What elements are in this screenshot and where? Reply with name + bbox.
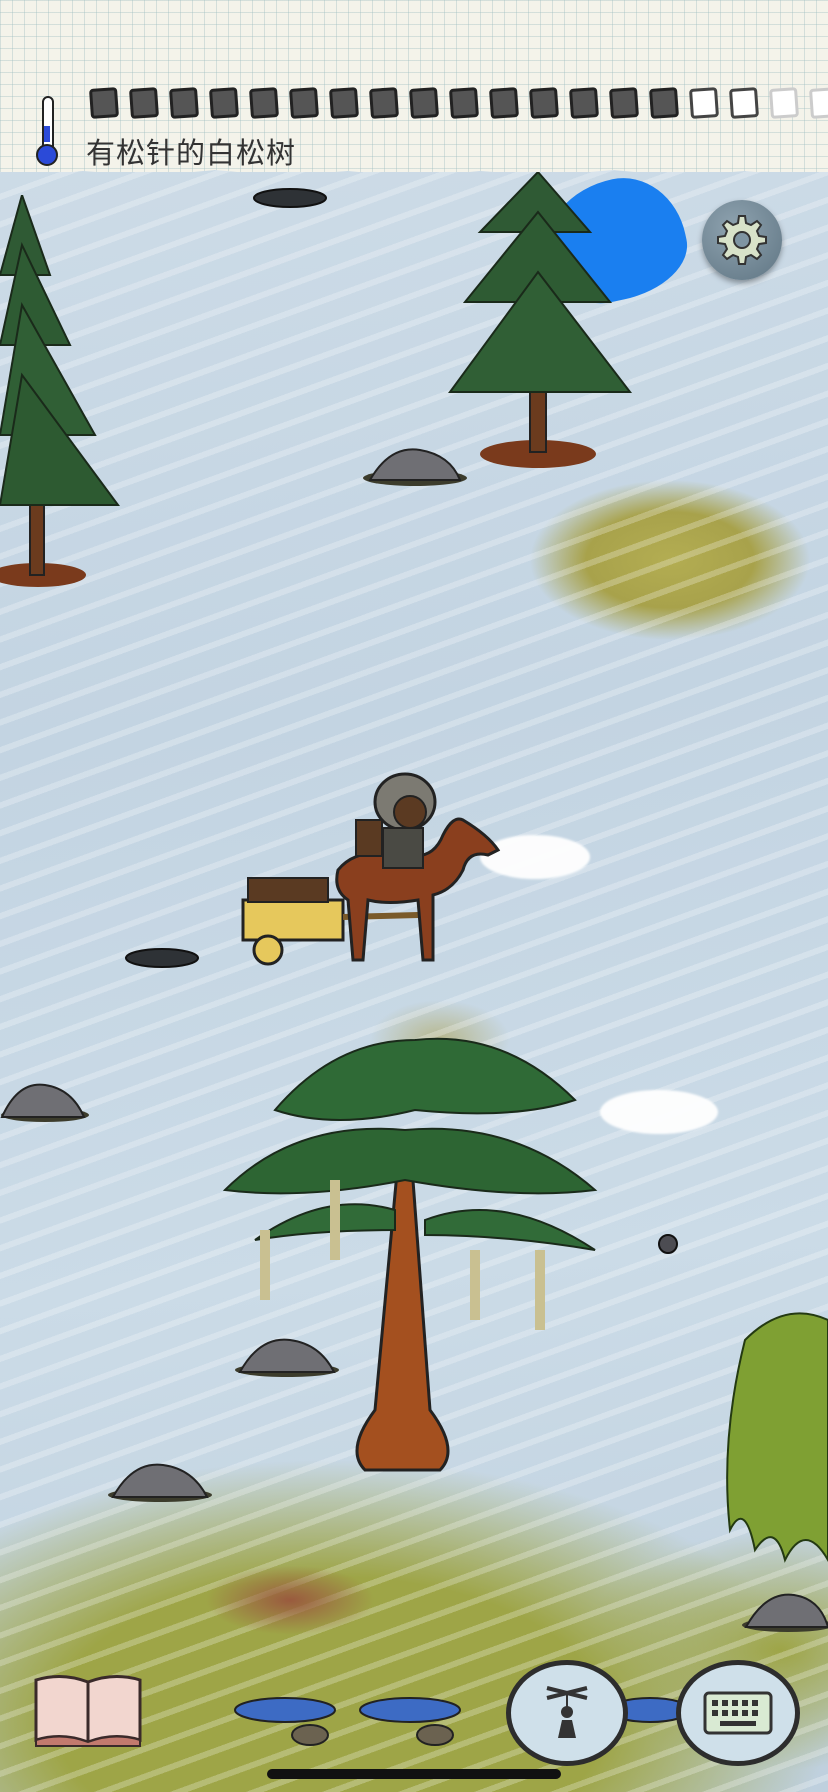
food-pip — [168, 87, 200, 119]
food-pip — [768, 87, 800, 119]
food-pip — [88, 87, 120, 119]
player-on-horse-cart[interactable] — [238, 760, 518, 980]
gear-icon — [717, 215, 767, 265]
food-pip — [408, 87, 440, 119]
food-pip — [328, 87, 360, 119]
emote-button[interactable] — [506, 1660, 628, 1766]
tech-book-button[interactable] — [32, 1670, 144, 1752]
round-stone[interactable] — [656, 1232, 680, 1256]
food-pip — [568, 87, 600, 119]
biome-label: 有松针的白松树 — [86, 136, 297, 170]
dirt-patch — [205, 1565, 375, 1635]
rock[interactable] — [360, 440, 470, 490]
bald-cypress-tree[interactable] — [215, 1020, 605, 1500]
food-pip — [248, 87, 280, 119]
food-pip — [368, 87, 400, 119]
book-icon — [34, 1675, 142, 1747]
food-pip — [488, 87, 520, 119]
snow-pile — [600, 1090, 718, 1134]
willow-tree[interactable] — [725, 1300, 828, 1600]
rock[interactable] — [105, 1455, 215, 1505]
rock[interactable] — [0, 1075, 90, 1125]
food-pip — [448, 87, 480, 119]
keyboard-icon — [703, 1691, 773, 1735]
pine-tree-left[interactable] — [0, 195, 120, 595]
puppet-icon — [546, 1686, 588, 1738]
pine-tree-top[interactable] — [440, 172, 640, 472]
burrow[interactable] — [250, 180, 330, 210]
food-pip — [528, 87, 560, 119]
keyboard-button[interactable] — [676, 1660, 800, 1766]
food-meter — [88, 87, 828, 119]
food-pip — [648, 87, 680, 119]
food-pip — [208, 87, 240, 119]
food-pip — [288, 87, 320, 119]
food-pip — [128, 87, 160, 119]
food-pip — [688, 87, 720, 119]
food-pip — [808, 87, 828, 119]
burrow[interactable] — [122, 940, 202, 970]
thermometer-icon — [36, 96, 58, 166]
food-pip — [728, 87, 760, 119]
food-pip — [608, 87, 640, 119]
settings-button[interactable] — [702, 200, 782, 280]
home-indicator[interactable] — [267, 1769, 561, 1779]
